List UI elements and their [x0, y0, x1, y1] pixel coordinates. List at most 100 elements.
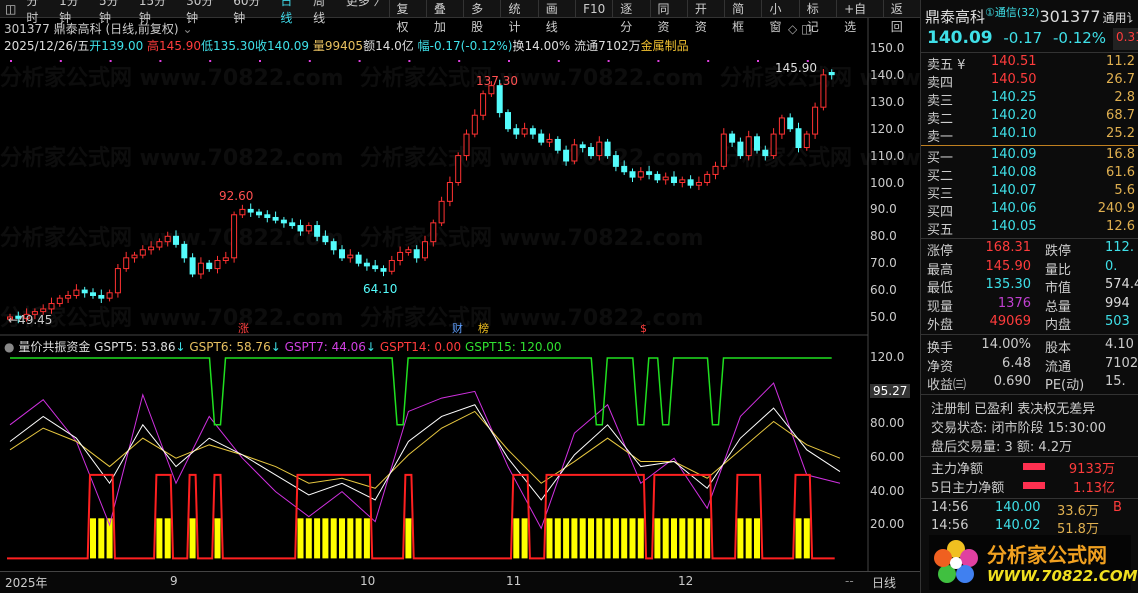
gspt5-value: GSPT5: 53.86	[94, 340, 176, 354]
signal-bar	[546, 518, 553, 559]
candle-body	[197, 262, 204, 275]
candle-body	[513, 128, 520, 135]
signal-dot	[259, 60, 261, 62]
signal-bar	[795, 518, 802, 559]
candle-body	[123, 257, 130, 270]
signal-bar	[637, 518, 644, 559]
signal-bar	[579, 518, 586, 559]
candle-body	[604, 141, 611, 157]
candle-body	[812, 106, 819, 135]
date-axis: 2025年 9 10 11 12 -- 日线	[0, 571, 920, 593]
ask-row[interactable]: 卖一 140.10 25.2	[921, 126, 1138, 145]
candle-body	[430, 222, 437, 243]
candle-body	[73, 289, 80, 296]
signal-bar	[363, 518, 370, 559]
candle-body	[505, 112, 511, 130]
candle-body	[529, 128, 536, 135]
candle-body	[588, 147, 594, 157]
indicator-axis-label: 40.00	[870, 484, 905, 498]
event-marker[interactable]: 财	[452, 321, 463, 335]
scroll-nav[interactable]: --	[845, 574, 854, 588]
indicator-menu-icon[interactable]: ●	[4, 340, 14, 354]
kline-chart[interactable]: 137.30 92.60 64.10 ←49.45 145.90 涨 财 榜 $	[0, 0, 920, 593]
period-label[interactable]: 日线	[872, 574, 896, 591]
candle-body	[264, 214, 271, 218]
candle-body	[554, 138, 561, 151]
candle-body	[231, 214, 238, 259]
ask-row[interactable]: 卖四 140.50 26.7	[921, 72, 1138, 91]
event-marker[interactable]: 榜	[478, 321, 489, 335]
logo-text: 分析家公式网	[987, 543, 1107, 567]
bid-row[interactable]: 买一 140.09 16.8	[921, 147, 1138, 166]
signal-dot	[757, 60, 759, 62]
candle-body	[770, 133, 777, 157]
price-axis-label: 60.0	[870, 283, 897, 298]
candle-body	[695, 182, 702, 186]
signal-bar	[98, 518, 105, 559]
candle-body	[787, 117, 794, 130]
candle-body	[372, 265, 379, 270]
bid-row[interactable]: 买二 140.08 61.6	[921, 165, 1138, 184]
industry-link[interactable]: ①通信(32)	[985, 6, 1039, 19]
candle-body	[413, 249, 420, 259]
tick-row: 14:56 140.00 33.6万 B	[931, 500, 1122, 519]
signal-bar	[754, 518, 760, 559]
candle-body	[48, 303, 55, 310]
event-marker[interactable]: $	[640, 322, 647, 335]
candle-body	[621, 165, 628, 173]
candle-body	[729, 133, 736, 143]
candle-body	[65, 294, 72, 299]
price-axis-label: 50.0	[870, 310, 897, 324]
candle-body	[762, 149, 769, 157]
gspt6-line	[9, 410, 841, 489]
candle-body	[272, 216, 279, 221]
candle-body	[596, 141, 603, 157]
candle-body	[397, 251, 404, 262]
ask-row[interactable]: 卖二 140.20 68.7	[921, 108, 1138, 127]
candle-body	[654, 173, 661, 181]
gspt14-line	[7, 473, 835, 560]
bid-row[interactable]: 买五 140.05 12.6	[921, 219, 1138, 238]
gspt15-value: GSPT15: 120.00	[464, 340, 562, 354]
candle-body	[280, 219, 287, 224]
signal-bar	[297, 518, 304, 559]
stock-name: 鼎泰高科	[925, 8, 986, 26]
signal-bar	[513, 518, 520, 559]
candle-body	[671, 176, 677, 183]
candle-body	[222, 257, 229, 262]
signal-dot	[508, 60, 510, 62]
event-marker[interactable]: 涨	[238, 322, 249, 335]
candle-body	[646, 171, 653, 175]
signal-dot	[408, 60, 411, 62]
signal-bar	[671, 518, 677, 559]
ask-row[interactable]: 卖五 ¥140.51 11.2	[921, 54, 1138, 73]
stock-code: 301377	[1039, 7, 1101, 26]
price-change-pct: -0.12%	[1052, 29, 1107, 47]
bid-row[interactable]: 买三 140.07 5.6	[921, 183, 1138, 202]
candle-body	[114, 268, 121, 294]
price-axis-label: 140.0	[870, 67, 905, 82]
signal-bar	[662, 518, 669, 559]
signal-dot	[358, 60, 361, 62]
signal-bar	[803, 518, 810, 559]
signal-bar	[704, 518, 711, 559]
stat-row: 最低135.30市值574.4	[927, 277, 1138, 296]
signal-bar	[305, 518, 312, 559]
signal-dot	[458, 60, 461, 62]
stat-row: 收益㈢ 0.690 PE(动) 15.	[927, 374, 1126, 393]
candle-body	[662, 176, 669, 181]
bid-row[interactable]: 买四 140.06 240.9	[921, 201, 1138, 220]
ask-row[interactable]: 卖三 140.25 2.8	[921, 90, 1138, 109]
candle-body	[363, 262, 370, 267]
date-label: 11	[506, 574, 522, 588]
signal-bar	[347, 518, 354, 559]
gspt14-value: GSPT14: 0.00	[379, 340, 462, 354]
signal-bar	[189, 518, 196, 559]
signal-bar	[571, 518, 578, 559]
price-axis-label: 130.0	[870, 94, 905, 109]
quote-panel: 鼎泰高科①通信(32)301377 通用讠 140.09 -0.17 -0.12%…	[920, 0, 1138, 593]
indicator-axis-label: 80.00	[870, 416, 905, 430]
indicator-legend: ● 量价共振资金 GSPT5: 53.86↓ GSPT6: 58.76↓ GSP…	[4, 340, 562, 354]
signal-bar	[355, 518, 362, 559]
candle-body	[289, 222, 296, 227]
